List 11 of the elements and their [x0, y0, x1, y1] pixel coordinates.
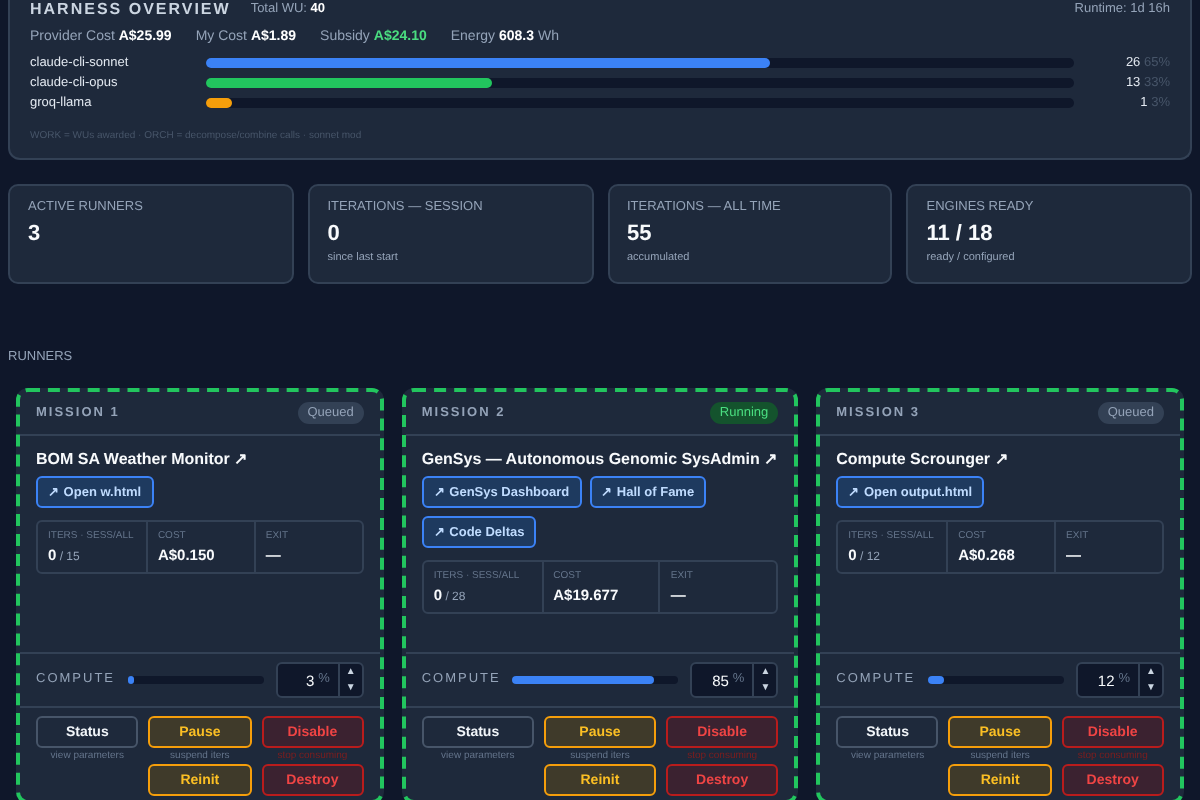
mission-title: GenSys — Autonomous Genomic SysAdmin ↗	[421, 450, 779, 469]
mission-title: BOM SA Weather Monitor ↗	[36, 450, 251, 469]
stat-value: 11 / 18	[926, 222, 993, 247]
stat-value: 55	[627, 222, 652, 247]
panel-title: HARNESS OVERVIEW	[30, 0, 231, 18]
stat-value: 0	[327, 222, 340, 247]
mission-title: Compute Scrounger ↗	[836, 450, 1011, 469]
compute-slider[interactable]	[127, 676, 264, 685]
compute-slider[interactable]	[927, 676, 1065, 685]
stat-value: 3	[28, 222, 41, 247]
compute-slider[interactable]	[512, 676, 679, 685]
